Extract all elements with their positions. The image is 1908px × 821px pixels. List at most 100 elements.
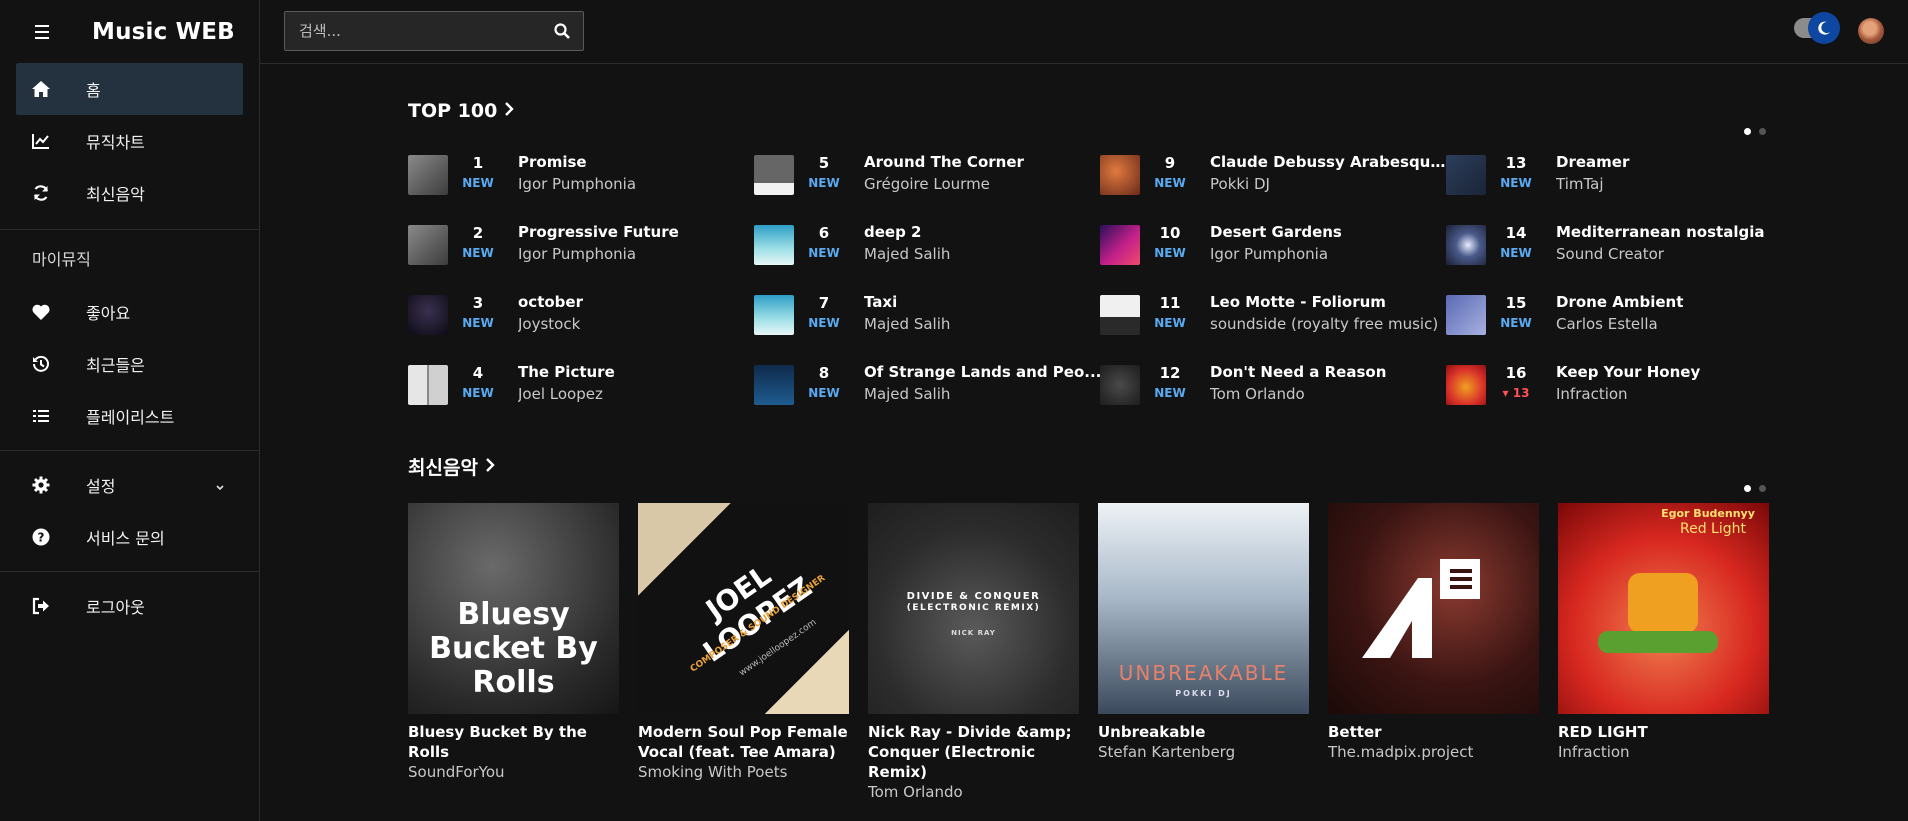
song-title: Desert Gardens — [1210, 223, 1342, 241]
logout-icon — [30, 595, 52, 617]
question-circle-icon: ? — [30, 526, 52, 548]
sidebar-item-logout[interactable]: 로그아웃 — [16, 580, 243, 632]
album-card[interactable]: JOEL LOOPEZ COMPOSER & SOUND DESIGNER ww… — [638, 503, 849, 782]
chart-item-12[interactable]: 12 NEW Don't Need a Reason Tom Orlando — [1100, 358, 1445, 414]
song-artist: Majed Salih — [864, 315, 951, 333]
song-artist: Majed Salih — [864, 245, 951, 263]
pager-dot[interactable] — [1759, 485, 1766, 492]
chart-item-7[interactable]: 7 NEW Taxi Majed Salih — [754, 288, 1099, 344]
song-title: Promise — [518, 153, 587, 171]
chart-item-5[interactable]: 5 NEW Around The Corner Grégoire Lourme — [754, 148, 1099, 204]
song-title: Around The Corner — [864, 153, 1024, 171]
album-card[interactable]: UNBREAKABLE POKKI DJ Unbreakable Stefan … — [1098, 503, 1309, 762]
chart-item-15[interactable]: 15 NEW Drone Ambient Carlos Estella — [1446, 288, 1791, 344]
top100-pager — [1744, 128, 1766, 135]
hamburger-menu-icon[interactable] — [30, 20, 54, 44]
sidebar-item-label: 최근들은 — [86, 356, 145, 375]
sidebar-item-home[interactable]: 홈 — [16, 63, 243, 115]
latest-pager — [1744, 485, 1766, 492]
chart-item-10[interactable]: 10 NEW Desert Gardens Igor Pumphonia — [1100, 218, 1445, 274]
heart-icon — [30, 301, 52, 323]
chart-item-8[interactable]: 8 NEW Of Strange Lands and Peo... Majed … — [754, 358, 1101, 414]
gear-icon — [30, 474, 52, 496]
chart-item-16[interactable]: 16 ▾ 13 Keep Your Honey Infraction — [1446, 358, 1791, 414]
chart-item-1[interactable]: 1 NEW Promise Igor Pumphonia — [408, 148, 753, 204]
sidebar-item-label: 서비스 문의 — [86, 529, 165, 548]
album-card[interactable]: DIVIDE & CONQUER (ELECTRONIC REMIX) NICK… — [868, 503, 1079, 802]
song-title: Dreamer — [1556, 153, 1630, 171]
avatar[interactable] — [1858, 18, 1884, 44]
song-title: Keep Your Honey — [1556, 363, 1701, 381]
app-title[interactable]: Music WEB — [92, 19, 235, 45]
chevron-right-icon — [503, 100, 515, 122]
chart-rank: 2 — [472, 224, 484, 242]
sidebar-item-label: 좋아요 — [86, 304, 131, 323]
chart-item-3[interactable]: 3 NEW october Joystock — [408, 288, 753, 344]
cover-figure-shape — [1628, 573, 1698, 633]
latest-music-title[interactable]: 최신음악 — [408, 453, 496, 480]
new-badge: NEW — [1500, 176, 1532, 190]
album-title: Nick Ray - Divide &amp; Conquer (Electro… — [868, 723, 1072, 781]
new-badge: NEW — [808, 176, 840, 190]
song-title: Mediterranean nostalgia — [1556, 223, 1765, 241]
cover-title-text: DIVIDE & CONQUER — [906, 591, 1041, 602]
chart-item-13[interactable]: 13 NEW Dreamer TimTaj — [1446, 148, 1791, 204]
song-artist: Tom Orlando — [1210, 385, 1305, 403]
song-artist: Pokki DJ — [1210, 175, 1270, 193]
sidebar-item-label: 뮤직차트 — [86, 133, 145, 152]
sidebar-item-settings[interactable]: 설정 — [16, 459, 243, 511]
sidebar-item-recent[interactable]: 최근들은 — [16, 338, 243, 390]
chart-rank: 12 — [1159, 364, 1181, 382]
pager-dot-active[interactable] — [1744, 128, 1751, 135]
chart-item-14[interactable]: 14 NEW Mediterranean nostalgia Sound Cre… — [1446, 218, 1791, 274]
album-artist: Smoking With Poets — [638, 763, 788, 781]
song-artist: soundside (royalty free music) — [1210, 315, 1439, 333]
search-icon[interactable] — [553, 22, 571, 40]
sidebar-item-latest-music[interactable]: 최신음악 — [16, 167, 243, 219]
sidebar-item-label: 최신음악 — [86, 185, 145, 204]
sidebar-item-likes[interactable]: 좋아요 — [16, 286, 243, 338]
top100-title[interactable]: TOP 100 — [408, 100, 515, 122]
sidebar-divider — [0, 450, 259, 451]
pager-dot[interactable] — [1759, 128, 1766, 135]
cover-subtitle-text: (ELECTRONIC REMIX) — [906, 603, 1041, 613]
chevron-right-icon — [484, 456, 496, 478]
album-title: Modern Soul Pop Female Vocal (feat. Tee … — [638, 723, 848, 761]
album-card[interactable]: Egor Budennyy Red Light RED LIGHT Infrac… — [1558, 503, 1769, 762]
chart-item-4[interactable]: 4 NEW The Picture Joel Loopez — [408, 358, 753, 414]
brand-bar: Music WEB — [0, 0, 259, 63]
chart-item-6[interactable]: 6 NEW deep 2 Majed Salih — [754, 218, 1099, 274]
new-badge: NEW — [462, 316, 494, 330]
chart-rank: 13 — [1505, 154, 1527, 172]
song-title: Don't Need a Reason — [1210, 363, 1387, 381]
chart-item-9[interactable]: 9 NEW Claude Debussy Arabesque 1 Pokki D… — [1100, 148, 1450, 204]
sidebar-item-label: 플레이리스트 — [86, 408, 175, 427]
album-thumbnail — [1100, 225, 1140, 265]
dark-mode-toggle[interactable] — [1794, 12, 1840, 44]
chart-item-11[interactable]: 11 NEW Leo Motte - Foliorum soundside (r… — [1100, 288, 1445, 344]
sidebar-item-support[interactable]: ? 서비스 문의 — [16, 511, 243, 563]
album-card[interactable]: Bluesy Bucket By Rolls Bluesy Bucket By … — [408, 503, 619, 782]
cover-artist-text: NICK RAY — [951, 629, 996, 637]
sidebar-item-label: 설정 — [86, 477, 116, 496]
sidebar: Music WEB 홈 뮤직차트 최신음악 마이뮤직 좋아요 최근들은 플레이리… — [0, 0, 260, 821]
app-root: Music WEB 홈 뮤직차트 최신음악 마이뮤직 좋아요 최근들은 플레이리… — [0, 0, 1908, 821]
chart-rank: 7 — [818, 294, 830, 312]
album-cover: UNBREAKABLE POKKI DJ — [1098, 503, 1309, 714]
chart-item-2[interactable]: 2 NEW Progressive Future Igor Pumphonia — [408, 218, 753, 274]
new-badge: NEW — [1500, 246, 1532, 260]
album-cover — [1328, 503, 1539, 714]
sidebar-item-music-chart[interactable]: 뮤직차트 — [16, 115, 243, 167]
album-card[interactable]: Better The.madpix.project — [1328, 503, 1539, 762]
chevron-down-icon[interactable] — [215, 477, 225, 496]
song-title: Progressive Future — [518, 223, 679, 241]
chart-rank: 9 — [1164, 154, 1176, 172]
sidebar-item-playlist[interactable]: 플레이리스트 — [16, 390, 243, 442]
song-title: Drone Ambient — [1556, 293, 1684, 311]
search-input[interactable] — [285, 12, 545, 50]
sidebar-item-label: 홈 — [86, 81, 101, 100]
search-box — [284, 11, 584, 51]
pager-dot-active[interactable] — [1744, 485, 1751, 492]
chart-rank: 11 — [1159, 294, 1181, 312]
chart-rank: 1 — [472, 154, 484, 172]
